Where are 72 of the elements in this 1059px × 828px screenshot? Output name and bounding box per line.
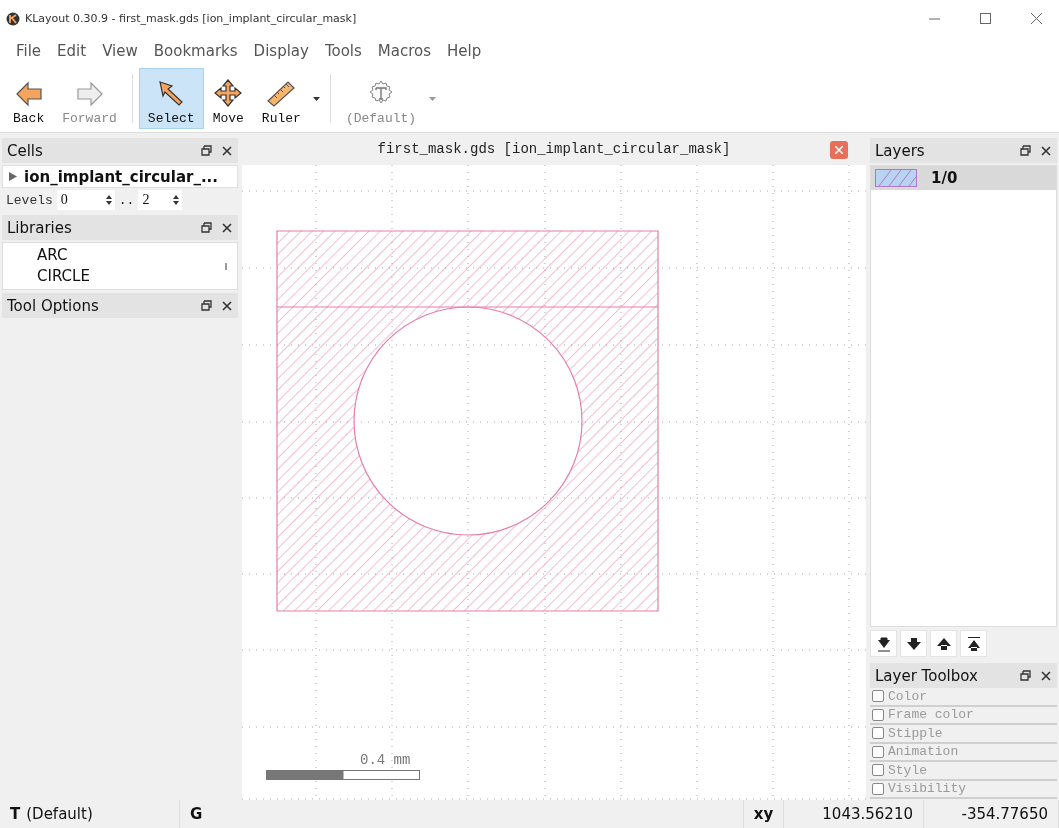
menu-item[interactable]: Edit [49, 42, 95, 60]
back-arrow-icon [14, 81, 43, 107]
close-icon[interactable] [222, 145, 232, 156]
panel-title: Layers [875, 141, 925, 160]
spin-arrows-icon[interactable] [172, 193, 181, 207]
move-to-top-button[interactable] [960, 630, 987, 657]
maximize-icon[interactable] [979, 13, 991, 24]
close-icon[interactable] [1041, 670, 1051, 681]
coordinate-label: xy [753, 805, 774, 823]
toolbox-option-label: Style [888, 762, 927, 778]
dropdown-caret-icon[interactable] [313, 96, 321, 101]
arrow-up-bar-icon [965, 635, 982, 652]
x-coordinate: 1043.56210 [822, 805, 913, 823]
menu-item[interactable]: View [94, 42, 146, 60]
panel-title: Tool Options [7, 296, 99, 315]
library-item[interactable]: ARC [37, 245, 237, 266]
layout-canvas[interactable]: 0.4 mm [242, 165, 866, 800]
ruler-icon [266, 79, 297, 107]
layer-swatch-icon [875, 169, 917, 187]
app-logo-icon [6, 11, 20, 26]
float-icon[interactable] [1020, 145, 1031, 156]
arrow-down-icon [905, 635, 922, 652]
toolbar-button[interactable]: Move [203, 68, 253, 129]
layer-item[interactable]: 1/0 [871, 166, 1056, 190]
float-icon[interactable] [201, 300, 212, 311]
toolbar-button[interactable]: Back [4, 68, 54, 129]
window-title: KLayout 0.30.9 - first_mask.gds [ion_implant_circular_mask] [25, 12, 358, 25]
toolbar-button[interactable]: Ruler [252, 68, 310, 129]
toolbox-option-label: Visibility [888, 781, 966, 797]
scrollbar-thumb[interactable] [225, 263, 227, 270]
menu-item[interactable]: Display [245, 42, 317, 60]
level-from-spinbox[interactable]: 0 [56, 190, 115, 210]
grid-indicator: G [190, 805, 203, 823]
float-icon[interactable] [1020, 670, 1031, 681]
toolbox-option-label: Color [888, 688, 927, 704]
toolbox-option-label: Animation [888, 744, 959, 760]
forward-arrow-icon [75, 81, 104, 107]
move-down-button[interactable] [900, 630, 927, 657]
expand-arrow-icon[interactable] [9, 172, 17, 181]
float-icon[interactable] [201, 145, 212, 156]
panel-title: Cells [7, 141, 43, 160]
text-font-label: (Default) [26, 805, 93, 823]
float-icon[interactable] [201, 222, 212, 233]
close-icon[interactable] [222, 300, 232, 311]
range-separator: .. [118, 192, 135, 208]
arrow-down-bar-icon [875, 635, 892, 652]
menu-item[interactable]: Macros [369, 42, 440, 60]
y-coordinate: -354.77650 [961, 805, 1048, 823]
levels-label: Levels [6, 192, 53, 208]
close-icon [835, 146, 843, 154]
toolbar-button[interactable]: Select [138, 68, 204, 129]
menu-item[interactable]: File [8, 42, 50, 60]
menu-item[interactable]: Tools [316, 42, 370, 60]
cell-tree-item[interactable]: ion_implant_circular_... [2, 165, 238, 188]
toolbox-option-label: Stipple [888, 725, 943, 741]
level-to-spinbox[interactable]: 2 [138, 190, 183, 210]
close-icon[interactable] [1030, 13, 1042, 24]
close-icon[interactable] [222, 222, 232, 233]
spin-arrows-icon[interactable] [104, 193, 113, 207]
library-item[interactable]: CIRCLE [37, 266, 237, 287]
move-icon [214, 79, 243, 107]
menu-item[interactable]: Bookmarks [145, 42, 246, 60]
panel-title: Layer Toolbox [875, 666, 978, 685]
close-tab-button[interactable] [830, 141, 848, 159]
text-mode-indicator: T [10, 805, 21, 823]
move-to-bottom-button[interactable] [870, 630, 897, 657]
scale-label: 0.4 mm [360, 752, 411, 768]
close-icon[interactable] [1041, 145, 1051, 156]
panel-title: Libraries [7, 218, 72, 237]
menu-item[interactable]: Help [439, 42, 490, 60]
toolbox-option-label: Frame color [888, 707, 974, 723]
move-up-button[interactable] [930, 630, 957, 657]
